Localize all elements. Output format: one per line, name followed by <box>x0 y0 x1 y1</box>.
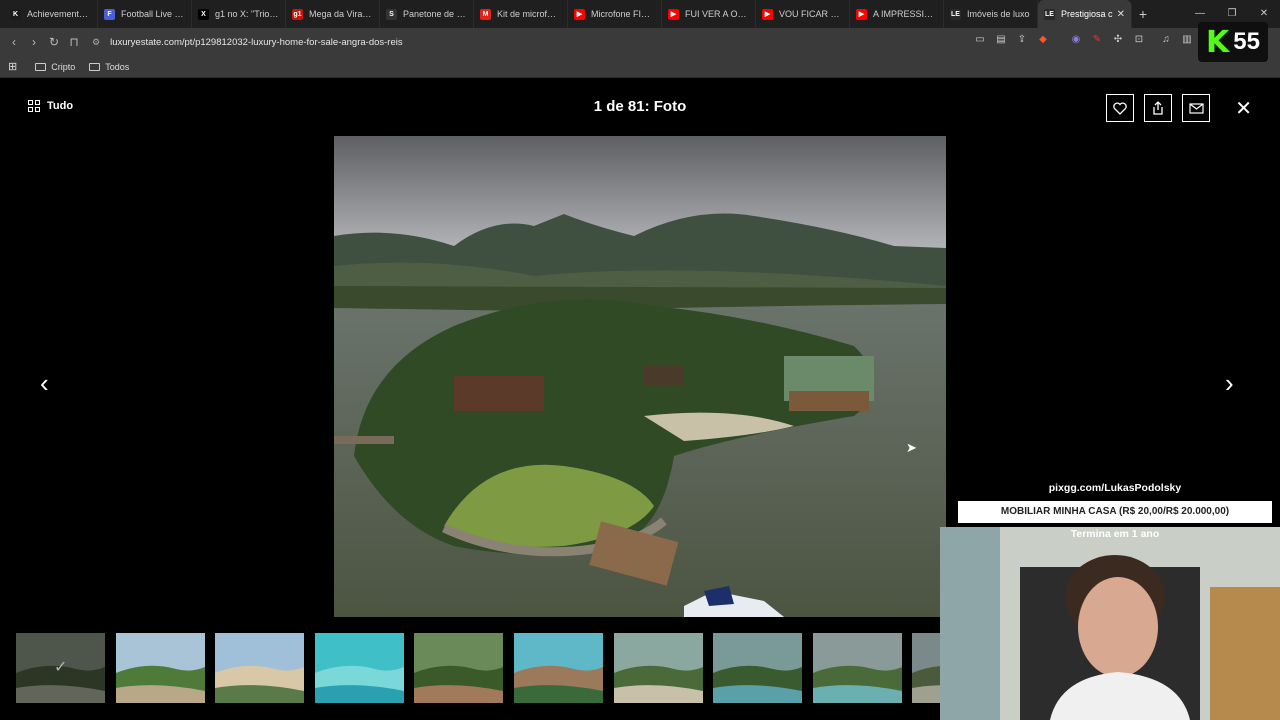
tab-favicon-icon: M <box>480 8 491 20</box>
gallery-actions <box>1106 94 1210 122</box>
site-info-icon[interactable]: ⚙ <box>92 37 100 48</box>
browser-tab[interactable]: ▶ FUI VER A OBRA! <box>662 0 756 28</box>
photo-thumbnail[interactable]: ✓ <box>16 633 105 703</box>
goal-end-text: Termina em 1 ano <box>1070 528 1160 540</box>
tab-title: Imóveis de luxo <box>967 9 1030 19</box>
tab-favicon-icon: g1 <box>292 8 303 20</box>
webcam-feed <box>940 527 1280 720</box>
favorite-button[interactable] <box>1106 94 1134 122</box>
back-icon[interactable]: ‹ <box>4 35 24 49</box>
tab-favicon-icon: LE <box>1044 8 1055 20</box>
photo-thumbnail[interactable] <box>713 633 803 703</box>
bookmark-folder-cripto[interactable]: Cripto <box>35 62 75 72</box>
share-button[interactable] <box>1144 94 1172 122</box>
extension-icon[interactable]: ✎ <box>1090 33 1104 47</box>
tab-favicon-icon: F <box>104 8 115 20</box>
bookmark-icon[interactable]: ⊓ <box>64 35 84 49</box>
photo-thumbnail[interactable] <box>314 633 404 703</box>
tab-title: Mega da Virada: <box>309 9 373 19</box>
music-icon[interactable]: ♫ <box>1159 33 1173 47</box>
heart-icon <box>1113 101 1127 115</box>
tab-bar: K Achievements - K F Football Live Scor Xg1 … <box>0 0 1280 28</box>
url-field[interactable]: ⚙ luxuryestate.com/pt/p129812032-luxury-… <box>92 31 952 53</box>
photo-thumbnail[interactable] <box>912 633 940 703</box>
browser-tab[interactable]: ▶ A IMPRESSIONAN <box>850 0 944 28</box>
photo-thumbnail[interactable] <box>514 633 603 703</box>
extension-icon[interactable]: ◉ <box>1069 33 1083 47</box>
brave-shield-icon[interactable]: ◆ <box>1036 33 1050 47</box>
url-text: luxuryestate.com/pt/p129812032-luxury-ho… <box>110 36 403 48</box>
bookmarks-bar: ⊞ Cripto Todos <box>0 56 1280 78</box>
reader-icon[interactable]: ▤ <box>994 33 1008 47</box>
sidebar-icon[interactable]: ▥ <box>1180 33 1194 47</box>
donation-link: pixgg.com/LukasPodolsky <box>1048 482 1182 494</box>
extensions-area: ▭ ▤ ⇪ ◆ ◉ ✎ ✣ ⊡ ♫ ▥ <box>973 33 1194 47</box>
forward-icon[interactable]: › <box>24 35 44 49</box>
email-button[interactable] <box>1182 94 1210 122</box>
photo-thumbnail[interactable] <box>115 633 205 703</box>
main-photo <box>334 136 946 617</box>
donation-goal: MOBILIAR MINHA CASA (R$ 20,00/R$ 20.000,… <box>958 501 1272 523</box>
screenshot-icon[interactable]: ⊡ <box>1132 33 1146 47</box>
browser-tab[interactable]: Xg1 no X: "Trio de <box>192 0 286 28</box>
next-photo-icon[interactable]: › <box>1225 368 1234 399</box>
bookmark-label: Cripto <box>51 61 76 72</box>
folder-icon <box>35 62 47 71</box>
apps-icon[interactable]: ⊞ <box>8 60 17 73</box>
check-icon: ✓ <box>54 659 68 676</box>
bookmark-folder-todos[interactable]: Todos <box>89 62 129 72</box>
new-tab-icon[interactable]: + <box>1132 6 1154 22</box>
tab-title: FUI VER A OBRA! <box>685 9 749 19</box>
browser-tab[interactable]: K Achievements - K <box>4 0 98 28</box>
close-gallery-icon[interactable]: ✕ <box>1235 96 1252 121</box>
browser-tab[interactable]: ▶ Microfone FIFINE <box>568 0 662 28</box>
tab-favicon-icon: X <box>198 8 209 20</box>
tab-favicon-icon: K <box>10 8 21 20</box>
folder-icon <box>89 62 101 71</box>
tab-title: Football Live Scor <box>121 9 185 19</box>
tab-favicon-icon: S <box>386 8 397 20</box>
photo-counter: 1 de 81: Foto <box>593 98 687 115</box>
browser-tab[interactable]: S Panetone de Got <box>380 0 474 28</box>
browser-tab[interactable]: LE Prestigiosa c ✕ <box>1038 0 1132 28</box>
thumbnail-strip: ✓ <box>16 633 940 703</box>
tab-favicon-icon: LE <box>950 8 961 20</box>
tab-title: A IMPRESSIONAN <box>873 9 937 19</box>
browser-tab[interactable]: M Kit de microfone <box>474 0 568 28</box>
kick-viewer-badge: K 55 <box>1198 22 1268 62</box>
previous-photo-icon[interactable]: ‹ <box>40 368 49 399</box>
puzzle-icon[interactable]: ✣ <box>1111 33 1125 47</box>
photo-thumbnail[interactable] <box>414 633 504 703</box>
mouse-cursor: ➤ <box>906 440 917 455</box>
tab-title: Achievements - K <box>27 9 91 19</box>
gallery-header: Tudo 1 de 81: Foto ✕ <box>0 80 1280 136</box>
tab-title: VOU FICAR RICO <box>779 9 843 19</box>
viewer-count: 55 <box>1233 28 1260 55</box>
cast-icon[interactable]: ▭ <box>973 33 987 47</box>
share-icon[interactable]: ⇪ <box>1015 33 1029 47</box>
browser-tab[interactable]: F Football Live Scor <box>98 0 192 28</box>
kick-logo: K <box>1206 24 1230 60</box>
tab-title: Microfone FIFINE <box>591 9 655 19</box>
photo-thumbnail[interactable] <box>215 633 305 703</box>
reload-icon[interactable]: ↻ <box>44 35 64 49</box>
tab-title: Panetone de Got <box>403 9 467 19</box>
tab-favicon-icon: ▶ <box>574 8 585 20</box>
tab-title: g1 no X: "Trio de <box>215 9 279 19</box>
photo-thumbnail[interactable] <box>812 633 902 703</box>
browser-tab[interactable]: ▶ VOU FICAR RICO <box>756 0 850 28</box>
photo-thumbnail[interactable] <box>613 633 703 703</box>
browser-tab[interactable]: g1 Mega da Virada: <box>286 0 380 28</box>
tab-favicon-icon: ▶ <box>668 8 679 20</box>
tab-title: Kit de microfone <box>497 9 561 19</box>
tab-title: Prestigiosa c <box>1061 9 1113 19</box>
tab-favicon-icon: ▶ <box>856 8 867 20</box>
mail-icon <box>1188 102 1204 114</box>
share-icon <box>1153 101 1163 115</box>
close-tab-icon[interactable]: ✕ <box>1117 9 1125 20</box>
bookmark-label: Todos <box>105 61 130 72</box>
browser-tab[interactable]: LE Imóveis de luxo <box>944 0 1038 28</box>
tab-favicon-icon: ▶ <box>762 8 773 20</box>
